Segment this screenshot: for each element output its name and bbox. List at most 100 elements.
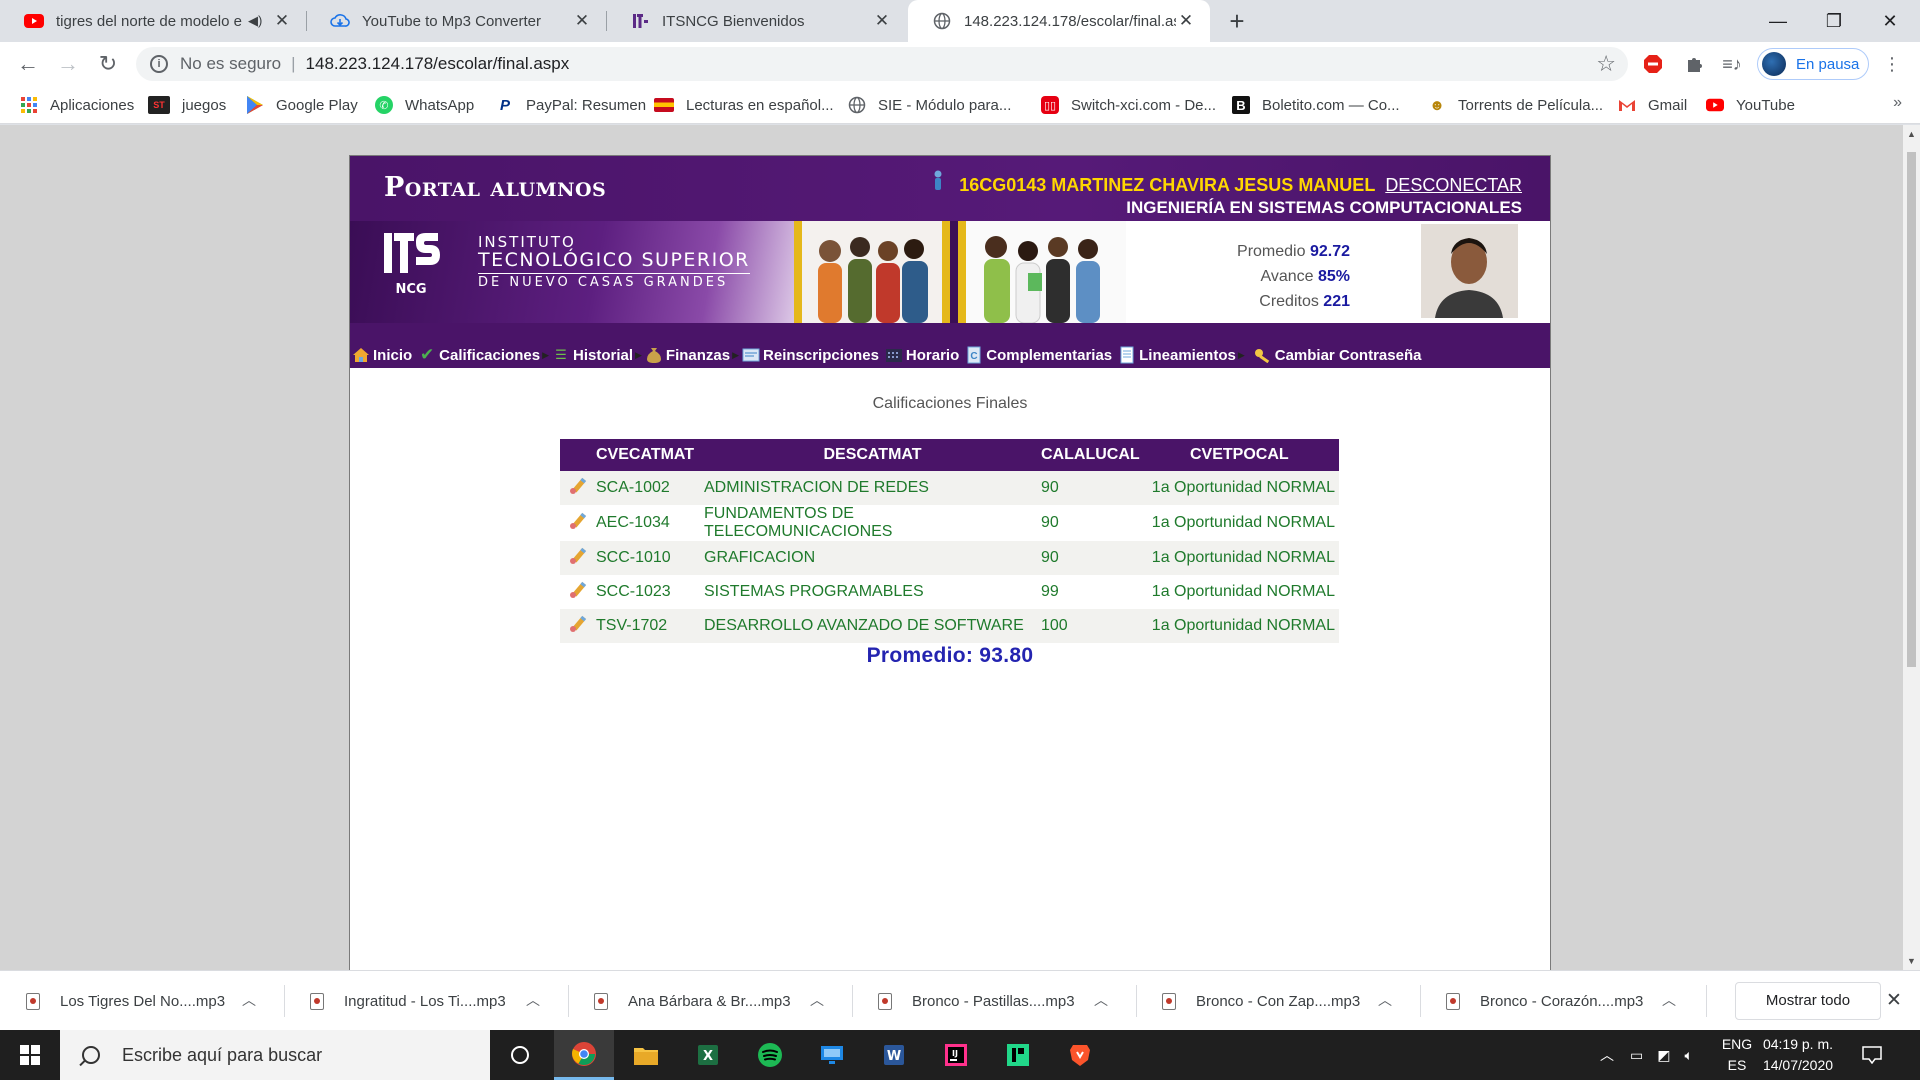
menu-inicio[interactable]: Inicio xyxy=(352,346,412,364)
chevron-up-icon[interactable]: ︿ xyxy=(810,990,824,1010)
chevron-up-icon[interactable]: ︿ xyxy=(1378,990,1392,1010)
close-icon[interactable]: ✕ xyxy=(1886,989,1902,1012)
bookmark-item[interactable]: P PayPal: Resumen xyxy=(496,86,646,124)
jetbrains-icon[interactable]: IJ xyxy=(926,1030,986,1080)
system-clock[interactable]: 04:19 p. m. 14/07/2020 xyxy=(1756,1034,1840,1076)
download-item[interactable]: Bronco - Corazón....mp3 ︿ xyxy=(1420,971,1704,1031)
institute-logo-panel: NCG INSTITUTO TECNOLÓGICO SUPERIOR DE NU… xyxy=(350,221,794,323)
menu-complementarias[interactable]: C Complementarias xyxy=(965,346,1112,364)
portal-header: Portal alumnos 16CG0143 MARTINEZ CHAVIRA… xyxy=(350,156,1550,221)
chevron-up-icon[interactable]: ︿ xyxy=(1662,990,1676,1010)
download-item[interactable]: Ana Bárbara & Br....mp3 ︿ xyxy=(568,971,852,1031)
main-menu: Inicio ✔ Calificaciones ▶ ☰ Historial ▶ … xyxy=(350,323,1550,368)
input-language-indicator[interactable]: ENG ES xyxy=(1718,1034,1756,1076)
chevron-up-icon[interactable]: ︿ xyxy=(1600,1045,1614,1065)
table-row: SCC-1023 SISTEMAS PROGRAMABLES 99 1a Opo… xyxy=(560,575,1339,609)
extensions-puzzle-icon[interactable] xyxy=(1682,52,1706,76)
project-libre-icon[interactable] xyxy=(988,1030,1048,1080)
security-status[interactable]: No es seguro xyxy=(180,54,281,74)
more-bookmarks-icon[interactable]: » xyxy=(1893,94,1902,112)
course-opportunity: 1a Oportunidad NORMAL xyxy=(1139,609,1339,643)
network-icon[interactable]: ◩ xyxy=(1657,1047,1670,1064)
profile-button[interactable]: En pausa xyxy=(1757,48,1869,80)
scroll-down-icon[interactable]: ▼ xyxy=(1903,956,1920,966)
bookmark-item[interactable]: Gmail xyxy=(1618,86,1687,124)
file-explorer-icon[interactable] xyxy=(616,1030,676,1080)
taskbar-search-input[interactable]: Escribe aquí para buscar xyxy=(60,1030,490,1080)
volume-icon[interactable]: 🔈︎ xyxy=(1684,1047,1692,1064)
close-window-button[interactable]: ✕ xyxy=(1862,0,1918,42)
chrome-icon[interactable] xyxy=(554,1030,614,1080)
excel-icon[interactable]: X xyxy=(678,1030,738,1080)
pencil-icon[interactable] xyxy=(560,505,596,541)
close-tab-icon[interactable]: ✕ xyxy=(272,11,292,31)
brave-icon[interactable] xyxy=(1050,1030,1110,1080)
decorative-bar xyxy=(950,221,958,323)
download-item[interactable]: Bronco - Con Zap....mp3 ︿ xyxy=(1136,971,1420,1031)
spotify-icon[interactable] xyxy=(740,1030,800,1080)
close-tab-icon[interactable]: ✕ xyxy=(572,11,592,31)
close-tab-icon[interactable]: ✕ xyxy=(1176,11,1196,31)
download-item[interactable]: Ingratitud - Los Ti....mp3 ︿ xyxy=(284,971,568,1031)
menu-reinscripciones[interactable]: Reinscripciones xyxy=(742,346,879,364)
pencil-icon[interactable] xyxy=(560,471,596,505)
bookmark-item[interactable]: YouTube xyxy=(1706,86,1795,124)
menu-kebab-icon[interactable]: ⋮ xyxy=(1880,52,1904,76)
bookmark-item[interactable]: Google Play xyxy=(246,86,358,124)
scroll-up-icon[interactable]: ▲ xyxy=(1903,129,1920,139)
bookmark-item[interactable]: Aplicaciones xyxy=(20,86,134,124)
menu-cambiar-contrasena[interactable]: Cambiar Contraseña xyxy=(1254,346,1421,364)
browser-tab-active[interactable]: 148.223.124.178/escolar/final.asp ✕ xyxy=(908,0,1210,42)
download-item[interactable]: Bronco - Pastillas....mp3 ︿ xyxy=(852,971,1136,1031)
reload-button[interactable]: ↻ xyxy=(92,48,124,80)
bookmark-item[interactable]: Lecturas en español... xyxy=(654,86,834,124)
menu-historial[interactable]: ☰ Historial ▶ xyxy=(552,346,645,364)
bookmark-item[interactable]: ✆ WhatsApp xyxy=(375,86,474,124)
pencil-icon[interactable] xyxy=(560,609,596,643)
info-icon[interactable]: i xyxy=(150,55,168,73)
menu-lineamientos[interactable]: Lineamientos ▶ xyxy=(1118,346,1248,364)
chevron-up-icon[interactable]: ︿ xyxy=(242,990,256,1010)
cortana-icon[interactable] xyxy=(490,1030,550,1080)
adblock-extension-icon[interactable] xyxy=(1641,52,1665,76)
column-header: CVECATMAT xyxy=(596,439,704,471)
new-tab-button[interactable]: + xyxy=(1220,4,1254,38)
close-tab-icon[interactable]: ✕ xyxy=(872,11,892,31)
browser-tab[interactable]: YouTube to Mp3 Converter ✕ xyxy=(306,0,606,42)
browser-tab[interactable]: ITSNCG Bienvenidos ✕ xyxy=(606,0,906,42)
word-icon[interactable]: W xyxy=(864,1030,924,1080)
vertical-scrollbar[interactable]: ▲ ▼ xyxy=(1903,125,1920,970)
menu-horario[interactable]: Horario xyxy=(885,346,959,364)
media-queue-icon[interactable]: ≡♪ xyxy=(1720,52,1744,76)
bookmark-item[interactable]: ☻ Torrents de Película... xyxy=(1428,86,1603,124)
logout-link[interactable]: DESCONECTAR xyxy=(1385,175,1522,196)
back-button[interactable]: ← xyxy=(12,48,44,80)
address-bar[interactable]: i No es seguro | 148.223.124.178/escolar… xyxy=(136,47,1628,81)
show-all-downloads-button[interactable]: Mostrar todo xyxy=(1735,982,1881,1020)
notifications-icon[interactable] xyxy=(1862,1030,1882,1080)
url-text[interactable]: 148.223.124.178/escolar/final.aspx xyxy=(306,54,570,74)
bookmark-item[interactable]: ▯▯ Switch-xci.com - De... xyxy=(1041,86,1216,124)
menu-finanzas[interactable]: Finanzas ▶ xyxy=(645,346,742,364)
pencil-icon[interactable] xyxy=(560,541,596,575)
browser-tab[interactable]: tigres del norte de modelo e ◀) ✕ xyxy=(0,0,306,42)
chevron-up-icon[interactable]: ︿ xyxy=(1094,990,1108,1010)
bookmark-star-icon[interactable]: ☆ xyxy=(1596,51,1616,77)
download-item[interactable]: Los Tigres Del No....mp3 ︿ xyxy=(0,971,284,1031)
windows-start-button[interactable] xyxy=(0,1030,60,1080)
bookmark-item[interactable]: B Boletito.com — Co... xyxy=(1232,86,1400,124)
column-header: CALALUCAL xyxy=(1041,439,1140,471)
remote-desktop-icon[interactable] xyxy=(802,1030,862,1080)
course-name: GRAFICACION xyxy=(704,541,1041,575)
pencil-icon[interactable] xyxy=(560,575,596,609)
minimize-button[interactable]: — xyxy=(1750,0,1806,42)
menu-calificaciones[interactable]: ✔ Calificaciones ▶ xyxy=(418,345,552,364)
chevron-up-icon[interactable]: ︿ xyxy=(526,990,540,1010)
forward-button[interactable]: → xyxy=(52,48,84,80)
bookmark-item[interactable]: ST juegos xyxy=(148,86,226,124)
restore-button[interactable]: ❐ xyxy=(1806,0,1862,42)
scrollbar-thumb[interactable] xyxy=(1907,152,1916,667)
speaker-icon[interactable]: ◀) xyxy=(248,13,272,29)
bookmark-item[interactable]: SIE - Módulo para... xyxy=(848,86,1011,124)
battery-icon[interactable]: ▭ xyxy=(1630,1047,1643,1064)
